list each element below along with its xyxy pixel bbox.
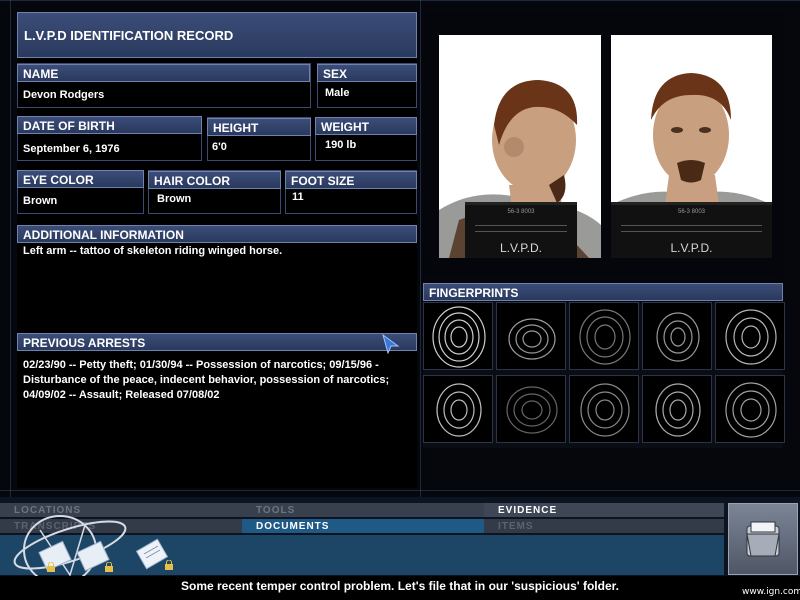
name-value: Devon Rodgers [23,89,105,101]
fingerprint-4[interactable] [642,302,712,370]
plate-profile: 56-3 8003 L.V.P.D. [465,202,577,258]
lock-icon [165,560,173,570]
plate-number: 56-3 8003 [677,209,706,215]
fingerprint-1[interactable] [423,302,493,370]
sex-label: SEX [317,64,417,82]
weight-value: 190 lb [325,139,357,151]
tab-evidence[interactable]: EVIDENCE [484,503,724,517]
hair-color-label: HAIR COLOR [148,171,281,189]
name-label: NAME [17,64,310,82]
plate-line [475,225,567,226]
status-message: Some recent temper control problem. Let'… [181,579,619,593]
plate-label: L.V.P.D. [499,241,543,255]
foot-size-value: 11 [292,191,304,203]
mugshot-profile: 56-3 8003 L.V.P.D. [439,35,601,258]
tab-items[interactable]: ITEMS [484,519,724,533]
fingerprints-label: FINGERPRINTS [423,283,783,301]
bg-line [0,0,800,1]
fingerprint-7[interactable] [496,375,566,443]
eye-color-value: Brown [23,195,58,207]
bg-line [0,490,800,491]
foot-size-label: FOOT SIZE [285,171,417,189]
weight-label: WEIGHT [315,117,417,135]
plate-label: L.V.P.D. [670,241,713,255]
document-item-2[interactable] [76,540,113,572]
tab-tools[interactable]: TOOLS [242,503,484,517]
document-item-1[interactable] [38,540,74,572]
bg-line [420,0,421,497]
suspicious-folder-button[interactable] [728,503,798,575]
dob-value: September 6, 1976 [23,143,120,155]
fingerprint-3[interactable] [569,302,639,370]
fingerprint-6[interactable] [423,375,493,443]
sex-value: Male [325,87,350,99]
fingerprint-9[interactable] [642,375,712,443]
plate-line [475,231,567,232]
mugshot-front: 56-3 8003 L.V.P.D. [611,35,772,258]
height-value: 6'0 [212,141,227,153]
height-label: HEIGHT [207,118,311,136]
hair-color-value: Brown [157,193,192,205]
tab-documents[interactable]: DOCUMENTS [242,519,484,533]
fingerprint-8[interactable] [569,375,639,443]
fingerprint-2[interactable] [496,302,566,370]
lock-icon [47,562,55,572]
watermark: www.ign.com [742,587,800,597]
fingerprints-grid [423,302,785,448]
document-icon [38,540,72,572]
additional-info-value: Left arm -- tattoo of skeleton riding wi… [23,245,283,257]
lock-icon [105,562,113,572]
fingerprint-10[interactable] [715,375,785,443]
additional-info-label: ADDITIONAL INFORMATION [17,225,417,243]
plate-line [621,225,762,226]
dob-label: DATE OF BIRTH [17,116,202,134]
previous-arrests-value: 02/23/90 -- Petty theft; 01/30/94 -- Pos… [23,359,390,401]
document-item-3[interactable] [134,538,176,572]
previous-arrests-label: PREVIOUS ARRESTS [17,333,417,351]
cursor-arrow-icon [382,334,400,354]
eye-color-label: EYE COLOR [17,170,144,188]
plate-line [621,231,762,232]
bg-line [10,0,11,497]
plate-front: 56-3 8003 L.V.P.D. [611,202,772,258]
record-title: L.V.P.D IDENTIFICATION RECORD [17,12,417,58]
folder-icon [746,521,780,557]
fingerprint-5[interactable] [715,302,785,370]
plate-number: 56-3 8003 [507,209,535,215]
